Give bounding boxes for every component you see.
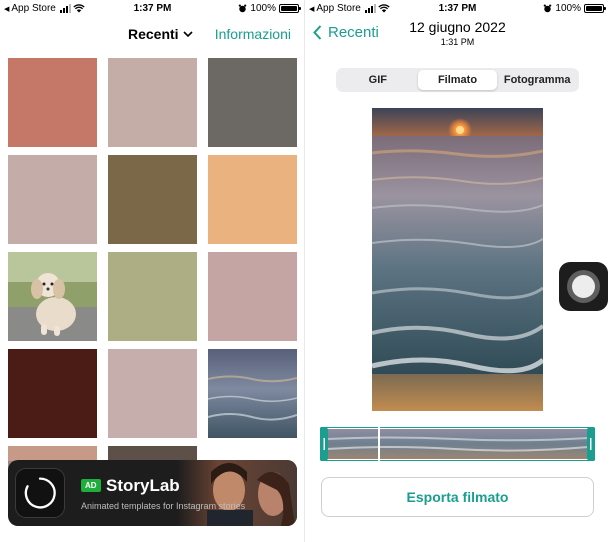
chevron-down-icon: [183, 30, 193, 37]
video-export-screen: ◀ App Store 1:37 PM 100% Recenti 12 giug…: [305, 0, 610, 542]
assistive-touch-button[interactable]: [559, 262, 608, 311]
photo-thumbnail[interactable]: [8, 155, 97, 244]
navigation-bar: Recenti Informazioni: [0, 22, 305, 48]
photo-thumbnail[interactable]: [208, 155, 297, 244]
video-trim-timeline[interactable]: [320, 427, 595, 461]
playhead: [378, 427, 380, 461]
photo-thumbnail-dog[interactable]: [8, 252, 97, 341]
video-time: 1:31 PM: [440, 37, 475, 47]
gif-maker-photo-picker: ◀ App Store 1:37 PM 100% Recenti Informa…: [0, 0, 305, 542]
photo-thumbnail[interactable]: [108, 349, 197, 438]
album-title: Recenti: [128, 26, 179, 42]
battery-percent: 100%: [250, 3, 276, 14]
storylab-app-icon: [15, 468, 65, 518]
video-preview[interactable]: [372, 108, 543, 411]
photo-thumbnail[interactable]: [208, 58, 297, 147]
segment-fotogramma[interactable]: Fotogramma: [497, 70, 577, 90]
alarm-icon: [544, 4, 552, 13]
ad-banner[interactable]: AD StoryLab Animated templates for Insta…: [8, 460, 297, 526]
album-selector[interactable]: Recenti: [128, 26, 193, 42]
battery-percent: 100%: [555, 3, 581, 14]
battery-icon: [279, 4, 301, 13]
segment-filmato[interactable]: Filmato: [417, 70, 498, 90]
photo-thumbnail[interactable]: [8, 58, 97, 147]
navigation-bar: Recenti 12 giugno 2022 1:31 PM: [305, 18, 610, 52]
alarm-icon: [239, 4, 247, 13]
info-link[interactable]: Informazioni: [215, 26, 291, 42]
segment-gif[interactable]: GIF: [338, 70, 418, 90]
photo-thumbnail[interactable]: [108, 252, 197, 341]
battery-icon: [584, 4, 606, 13]
ad-title: StoryLab: [106, 476, 180, 495]
export-video-button[interactable]: Esporta filmato: [321, 477, 594, 517]
video-date: 12 giugno 2022: [409, 19, 506, 35]
status-bar: ◀ App Store 1:37 PM 100%: [305, 0, 610, 18]
ad-image: [177, 460, 297, 526]
ad-subtitle: Animated templates for Instagram stories: [81, 501, 246, 511]
photo-thumbnail[interactable]: [108, 58, 197, 147]
ad-badge: AD: [81, 479, 101, 492]
photo-thumbnail[interactable]: [108, 155, 197, 244]
status-bar: ◀ App Store 1:37 PM 100%: [0, 0, 305, 18]
mode-segmented-control: GIF Filmato Fotogramma: [336, 68, 579, 92]
assistive-touch-icon: [572, 275, 595, 298]
photo-thumbnail[interactable]: [8, 349, 97, 438]
photo-thumbnail-sea[interactable]: [208, 349, 297, 438]
photo-thumbnail[interactable]: [208, 252, 297, 341]
